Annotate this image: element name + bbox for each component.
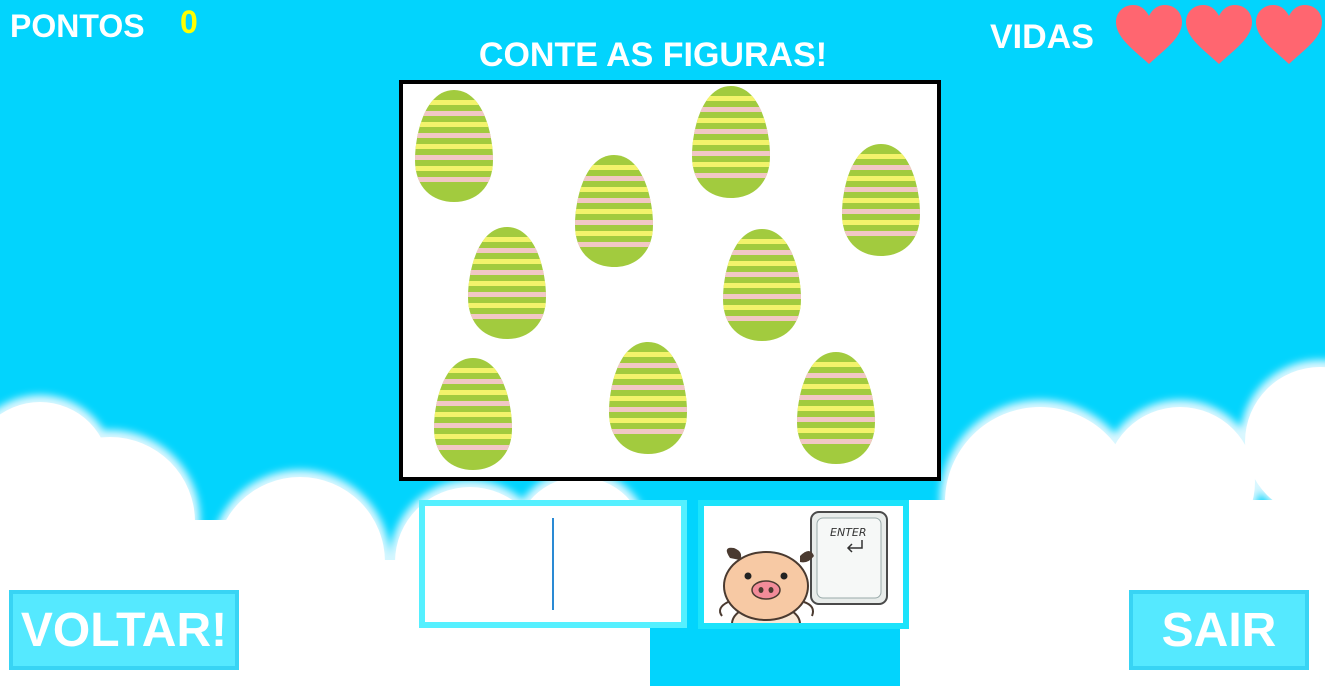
text-cursor [552, 518, 554, 610]
egg-figure [415, 90, 493, 202]
egg-figures [415, 86, 920, 470]
figures-panel [399, 80, 941, 481]
egg-figure [842, 144, 920, 256]
egg-figure [434, 358, 512, 470]
egg-figure [468, 227, 546, 339]
enter-button[interactable]: ENTER [698, 500, 909, 629]
pig-enter-icon: ENTER [719, 511, 888, 623]
exit-button[interactable]: SAIR [1129, 590, 1309, 670]
enter-key-label: ENTER [830, 526, 867, 539]
instruction-title: CONTE AS FIGURAS! [478, 36, 828, 74]
egg-figure [609, 342, 687, 454]
back-button[interactable]: VOLTAR! [9, 590, 239, 670]
egg-figure [797, 352, 875, 464]
egg-figure [723, 229, 801, 341]
egg-figure [692, 86, 770, 198]
egg-figure [575, 155, 653, 267]
